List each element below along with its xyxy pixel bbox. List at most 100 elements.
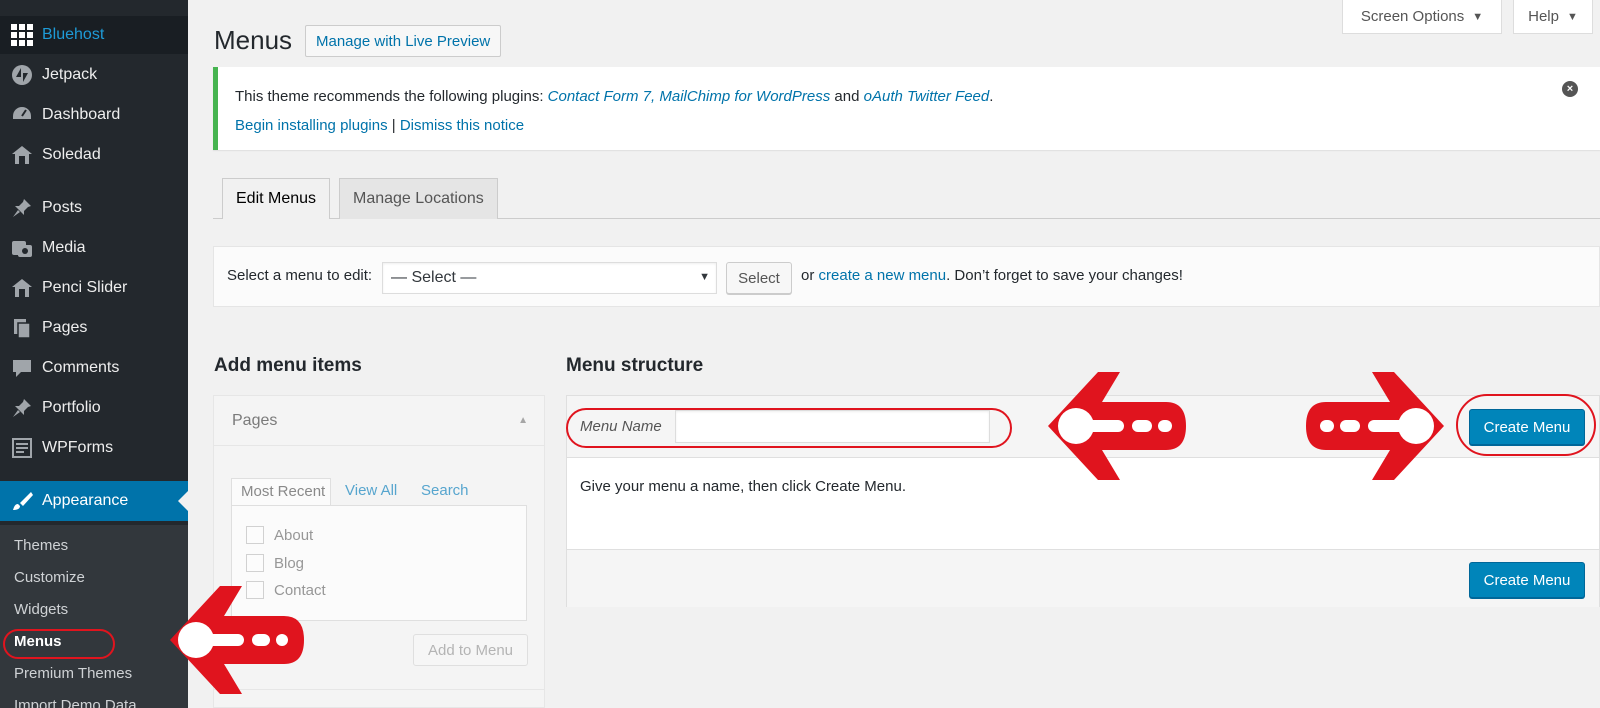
notice-message: This theme recommends the following plug… [235, 88, 993, 105]
sidebar-item-media[interactable]: Media [0, 229, 188, 267]
admin-sidebar: Bluehost Jetpack Dashboard Soledad Posts… [0, 0, 188, 708]
menu-select-dropdown[interactable]: — Select — ▼ [382, 262, 717, 294]
sidebar-item-label: Bluehost [42, 26, 105, 43]
jetpack-icon [9, 64, 35, 86]
close-icon[interactable]: × [1562, 81, 1578, 97]
pages-icon [9, 317, 35, 339]
notice-divider: | [387, 117, 400, 134]
forms-icon [9, 437, 35, 459]
left-arrow-annotation [1048, 372, 1186, 480]
plugin-link-mailchimp[interactable]: MailChimp for WordPress [659, 88, 830, 105]
tab-view-all[interactable]: View All [345, 482, 397, 499]
create-new-menu-link[interactable]: create a new menu [819, 267, 947, 284]
sidebar-item-bluehost[interactable]: Bluehost [0, 16, 188, 54]
notice-separator: and [830, 88, 864, 105]
sidebar-item-label: Portfolio [42, 399, 101, 416]
sidebar-item-soledad[interactable]: Soledad [0, 136, 188, 174]
menu-instructions: Give your menu a name, then click Create… [580, 478, 906, 495]
plugin-link-text: MailChimp for WordPress [659, 88, 831, 105]
sidebar-item-label: Appearance [42, 492, 129, 509]
sidebar-item-label: Penci Slider [42, 279, 128, 296]
select-menu-label: Select a menu to edit: [227, 267, 373, 284]
brush-icon [9, 490, 35, 512]
hint-text: or [801, 267, 819, 284]
plugin-link-text: oAuth Twitter Feed [863, 88, 990, 105]
sidebar-item-label: Jetpack [42, 66, 98, 83]
caret-down-icon: ▼ [699, 271, 710, 283]
sidebar-item-appearance[interactable]: Appearance [0, 481, 188, 521]
submenu-widgets[interactable]: Widgets [14, 601, 68, 618]
home-icon [9, 144, 35, 166]
dashboard-icon [9, 104, 35, 126]
highlight-menu-name [566, 408, 1012, 448]
sidebar-item-posts[interactable]: Posts [0, 189, 188, 227]
sidebar-item-label: Dashboard [42, 106, 121, 123]
menu-footer: Create Menu [567, 549, 1599, 607]
submenu-customize[interactable]: Customize [14, 569, 85, 586]
sidebar-item-label: WPForms [42, 439, 114, 456]
list-item[interactable]: Blog [246, 554, 304, 572]
submenu-import-demo-data[interactable]: Import Demo Data [14, 697, 137, 708]
sidebar-item-label: Soledad [42, 146, 101, 163]
create-menu-hint: or create a new menu. Don’t forget to sa… [801, 267, 1183, 284]
add-menu-items-heading: Add menu items [214, 355, 362, 376]
plugin-link-oauth-twitter[interactable]: oAuth Twitter Feed [864, 88, 990, 105]
notice-actions: Begin installing plugins | Dismiss this … [235, 117, 524, 134]
tab-most-recent[interactable]: Most Recent [231, 478, 331, 506]
tab-manage-locations[interactable]: Manage Locations [339, 178, 498, 219]
help-label: Help [1528, 8, 1559, 25]
media-icon [9, 237, 35, 259]
plugin-link-text: Contact Form 7 [547, 88, 652, 105]
select-value: — Select — [391, 269, 477, 286]
checkbox[interactable] [246, 554, 264, 572]
list-item[interactable]: About [246, 526, 313, 544]
sidebar-item-wpforms[interactable]: WPForms [0, 429, 188, 467]
select-button[interactable]: Select [726, 262, 792, 294]
begin-installing-link[interactable]: Begin installing plugins [235, 117, 388, 134]
tab-edit-menus[interactable]: Edit Menus [222, 178, 331, 219]
sidebar-item-pages[interactable]: Pages [0, 309, 188, 347]
screen-options-label: Screen Options [1360, 8, 1465, 25]
sidebar-item-label: Pages [42, 319, 88, 336]
add-to-menu-button[interactable]: Add to Menu [413, 634, 528, 666]
sidebar-item-label: Media [42, 239, 86, 256]
notice-text: . [989, 88, 994, 105]
plugin-notice: This theme recommends the following plug… [213, 67, 1600, 150]
highlight-menus-item [3, 629, 115, 659]
pages-panel-header[interactable]: Pages ▲ [214, 396, 544, 446]
submenu-premium-themes[interactable]: Premium Themes [14, 665, 132, 682]
grid-icon [9, 24, 35, 46]
sidebar-arrow-annotation [170, 586, 304, 694]
current-menu-indicator [178, 491, 188, 511]
tab-search[interactable]: Search [421, 482, 469, 499]
page-label: Blog [274, 554, 305, 572]
sidebar-item-dashboard[interactable]: Dashboard [0, 96, 188, 134]
pin-icon [9, 397, 35, 419]
sidebar-item-jetpack[interactable]: Jetpack [0, 56, 188, 94]
page-title: Menus [214, 25, 293, 55]
collapse-arrow-icon[interactable]: ▲ [518, 415, 528, 426]
dismiss-notice-link[interactable]: Dismiss this notice [400, 117, 524, 134]
caret-down-icon: ▼ [1472, 10, 1484, 23]
create-menu-button-bottom[interactable]: Create Menu [1469, 562, 1585, 598]
menu-select-bar: Select a menu to edit: — Select — ▼ Sele… [213, 246, 1600, 307]
sidebar-item-label: Posts [42, 199, 83, 216]
plugin-link-contact-form[interactable]: Contact Form 7 [548, 88, 651, 105]
notice-text: This theme recommends the following plug… [235, 88, 548, 105]
sidebar-item-portfolio[interactable]: Portfolio [0, 389, 188, 427]
manage-live-preview-button[interactable]: Manage with Live Preview [305, 25, 502, 57]
help-tab[interactable]: Help ▼ [1513, 0, 1593, 34]
sidebar-item-comments[interactable]: Comments [0, 349, 188, 387]
screen-options-tab[interactable]: Screen Options ▼ [1342, 0, 1502, 34]
home-icon [9, 277, 35, 299]
page-label: About [274, 526, 314, 544]
sidebar-item-penci-slider[interactable]: Penci Slider [0, 269, 188, 307]
checkbox[interactable] [246, 526, 264, 544]
highlight-create-menu [1456, 394, 1596, 456]
caret-down-icon: ▼ [1566, 10, 1578, 23]
submenu-themes[interactable]: Themes [14, 537, 68, 554]
hint-text: . Don’t forget to save your changes! [946, 267, 1183, 284]
pages-panel-title: Pages [232, 412, 278, 429]
appearance-submenu: Themes Customize Widgets Menus Premium T… [0, 525, 188, 708]
menu-structure-heading: Menu structure [566, 355, 704, 376]
